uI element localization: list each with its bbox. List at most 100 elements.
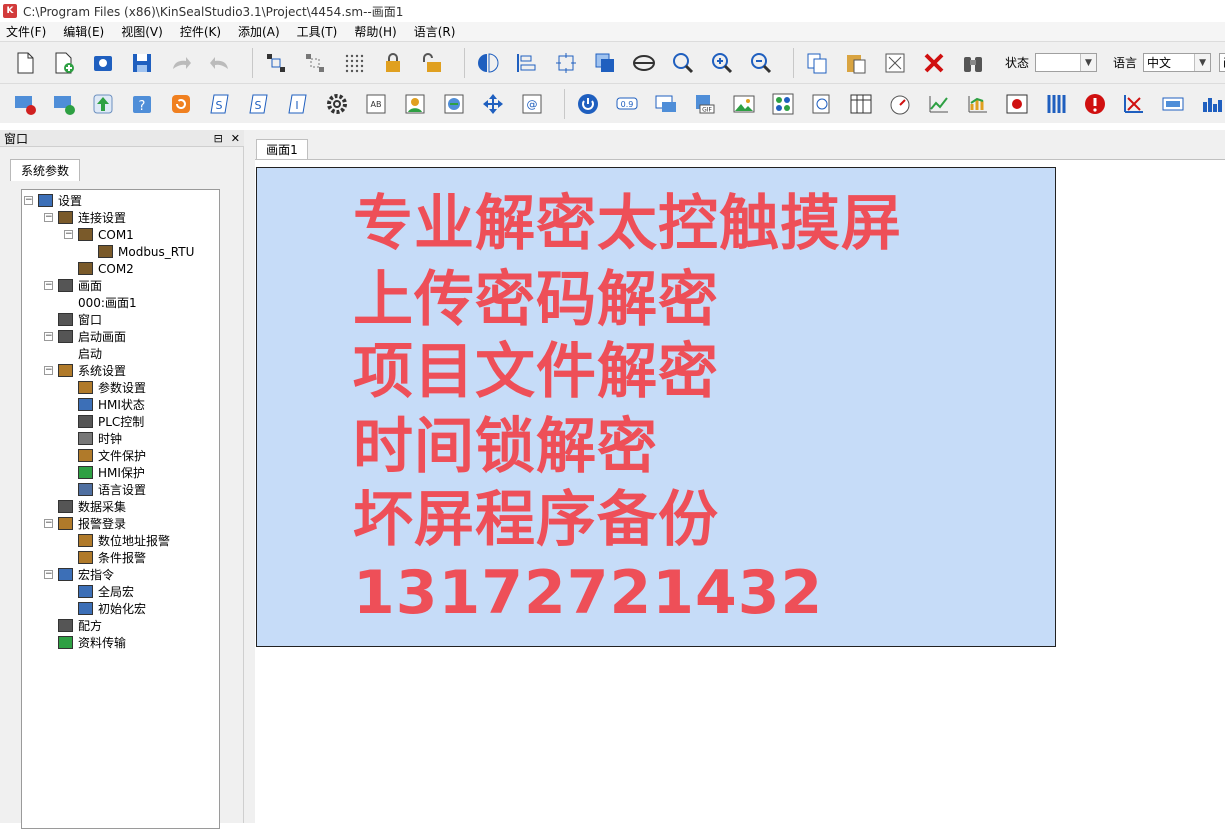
menu-tools[interactable]: 工具(T) [297,23,338,40]
tree-node-connection[interactable]: − 连接设置 [44,209,126,226]
menu-edit[interactable]: 编辑(E) [63,23,104,40]
upload-button[interactable] [88,89,118,119]
table-button[interactable] [846,89,876,119]
tree-node-window[interactable]: 窗口 [44,311,102,328]
screen-select[interactable]: 画面 [1219,53,1225,72]
menu-controls[interactable]: 控件(K) [180,23,221,40]
pin-icon[interactable]: ⊟ [214,132,223,145]
xy-chart-button[interactable] [963,89,993,119]
hmi-screen[interactable]: 专业解密太控触摸屏 上传密码解密 项目文件解密 时间锁解密 坏屏程序备份 131… [256,167,1056,647]
language-select[interactable]: 中文 ▼ [1143,53,1212,72]
flip-button[interactable] [473,48,503,78]
tree-node-init-macro[interactable]: 初始化宏 [64,600,146,617]
close-icon[interactable]: ✕ [231,132,240,145]
collapse-icon[interactable]: − [64,230,73,239]
disconnect-button[interactable] [10,89,40,119]
add-file-button[interactable] [49,48,79,78]
gif-button[interactable]: GIF [690,89,720,119]
tree-node-com2[interactable]: COM2 [64,260,134,277]
delete-button[interactable] [919,48,949,78]
history-button[interactable] [807,89,837,119]
menu-file[interactable]: 文件(F) [6,23,46,40]
collapse-icon[interactable]: − [44,332,53,341]
settings-button[interactable] [322,89,352,119]
tree-node-startup-screen[interactable]: − 启动画面 [44,328,126,345]
label-button[interactable]: AB [361,89,391,119]
undo-button[interactable] [205,48,235,78]
tree-node-global-macro[interactable]: 全局宏 [64,583,134,600]
size-button[interactable] [551,48,581,78]
save-button[interactable] [127,48,157,78]
user-button[interactable] [400,89,430,119]
image-button[interactable] [439,89,469,119]
ungroup-button[interactable] [300,48,330,78]
zoom-button[interactable] [668,48,698,78]
tree-node-bit-alarm[interactable]: 数位地址报警 [64,532,170,549]
power-button[interactable] [573,89,603,119]
tree-node-alarm-login[interactable]: − 报警登录 [44,515,126,532]
tree-node-condition-alarm[interactable]: 条件报警 [64,549,146,566]
trend-button[interactable] [924,89,954,119]
tree-node-screens[interactable]: − 画面 [44,277,102,294]
lock-button[interactable] [378,48,408,78]
unlock-button[interactable] [417,48,447,78]
tree-node-hmi-protect[interactable]: HMI保护 [64,464,145,481]
tree-node-recipe[interactable]: 配方 [44,617,102,634]
copy-button[interactable] [802,48,832,78]
tree-node-language-settings[interactable]: 语言设置 [64,481,146,498]
numeric-input-button[interactable]: 0.9 [612,89,642,119]
menu-help[interactable]: 帮助(H) [354,23,396,40]
menu-add[interactable]: 添加(A) [238,23,280,40]
find-button[interactable] [958,48,988,78]
meter-button[interactable] [1158,89,1188,119]
zoom-in-button[interactable] [707,48,737,78]
message-button[interactable] [651,89,681,119]
cut-button[interactable] [880,48,910,78]
refresh-button[interactable] [166,89,196,119]
collapse-icon[interactable]: − [44,519,53,528]
tree-node-startup[interactable]: 启动 [64,345,102,362]
zoom-out-button[interactable] [746,48,776,78]
collapse-icon[interactable]: − [44,213,53,222]
tree-node-data-transfer[interactable]: 资料传输 [44,634,126,651]
tree-node-modbus-rtu[interactable]: Modbus_RTU [84,243,194,260]
tree-node-file-protect[interactable]: 文件保护 [64,447,146,464]
picture-button[interactable] [729,89,759,119]
tree-node-hmi-status[interactable]: HMI状态 [64,396,145,413]
grid-button[interactable] [339,48,369,78]
bar-chart-button[interactable] [1197,89,1225,119]
tree-node-clock[interactable]: 时钟 [64,430,122,447]
design-canvas[interactable]: 专业解密太控触摸屏 上传密码解密 项目文件解密 时间锁解密 坏屏程序备份 131… [255,159,1225,824]
alarm-display-button[interactable] [1002,89,1032,119]
tree-node-data-collect[interactable]: 数据采集 [44,498,126,515]
collapse-icon[interactable]: − [44,570,53,579]
scatter-button[interactable] [1119,89,1149,119]
script-button[interactable]: S [205,89,235,119]
tab-screen1[interactable]: 画面1 [256,139,308,159]
redo-button[interactable] [166,48,196,78]
bar-button[interactable] [1041,89,1071,119]
group-button[interactable] [261,48,291,78]
align-button[interactable] [512,48,542,78]
open-button[interactable] [88,48,118,78]
menu-view[interactable]: 视图(V) [121,23,163,40]
state-select[interactable]: ▼ [1035,53,1098,72]
shape-button[interactable] [629,48,659,78]
tree-node-screen-000[interactable]: 000:画面1 [64,294,137,311]
collapse-icon[interactable]: − [44,366,53,375]
move-button[interactable] [478,89,508,119]
tab-system-params[interactable]: 系统参数 [10,159,80,181]
new-file-button[interactable] [10,48,40,78]
tree-node-param-settings[interactable]: 参数设置 [64,379,146,396]
indicator-button[interactable] [768,89,798,119]
menu-language[interactable]: 语言(R) [414,23,456,40]
tree-node-settings[interactable]: − 设置 [24,192,82,209]
paste-button[interactable] [841,48,871,78]
connect-button[interactable] [49,89,79,119]
tree-node-com1[interactable]: − COM1 [64,226,134,243]
tree-node-system-settings[interactable]: − 系统设置 [44,362,126,379]
gauge-button[interactable] [885,89,915,119]
tree-node-plc-control[interactable]: PLC控制 [64,413,144,430]
alarm-button[interactable] [1080,89,1110,119]
help-button[interactable]: ? [127,89,157,119]
